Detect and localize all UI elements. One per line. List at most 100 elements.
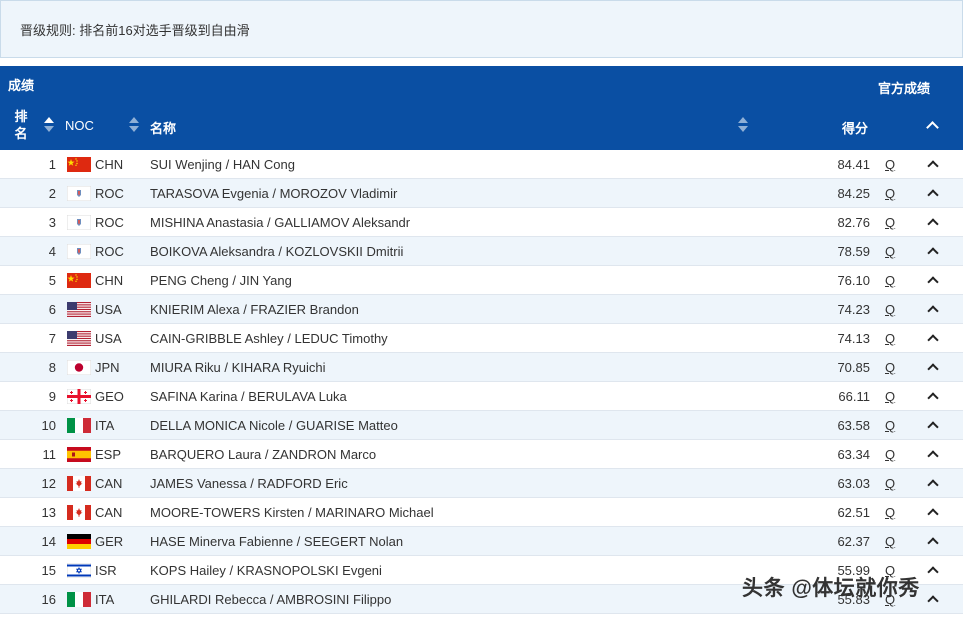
table-row[interactable]: 1 CHN SUI Wenjing / HAN Cong 84.41 Q — [0, 150, 963, 179]
rank-cell: 14 — [41, 534, 56, 549]
athlete-names-cell[interactable]: SAFINA Karina / BERULAVA Luka — [150, 389, 347, 404]
qualified-badge: Q — [885, 331, 896, 346]
qualification-rules-box: 晋级规则: 排名前16对选手晋级到自由滑 — [0, 0, 963, 58]
results-title: 成绩 — [8, 78, 35, 93]
qualified-badge: Q — [885, 447, 896, 462]
column-header-score[interactable]: 得分 — [842, 118, 868, 137]
expand-row-chevron-icon[interactable] — [927, 305, 939, 317]
rank-cell: 8 — [48, 360, 56, 375]
athlete-names-cell[interactable]: KOPS Hailey / KRASNOPOLSKI Evgeni — [150, 563, 382, 578]
expand-row-chevron-icon[interactable] — [927, 595, 939, 607]
expand-row-chevron-icon[interactable] — [927, 189, 939, 201]
rank-cell: 2 — [48, 186, 56, 201]
expand-row-chevron-icon[interactable] — [927, 392, 939, 404]
rank-cell: 5 — [48, 273, 56, 288]
rank-cell: 6 — [48, 302, 56, 317]
table-row[interactable]: 7 USA CAIN-GRIBBLE Ashley / LEDUC Timothy 7… — [0, 324, 963, 353]
expand-row-chevron-icon[interactable] — [927, 508, 939, 520]
athlete-names-cell[interactable]: PENG Cheng / JIN Yang — [150, 273, 292, 288]
qualified-badge: Q — [885, 360, 896, 375]
usa-flag-icon — [67, 302, 91, 317]
athlete-names-cell[interactable]: KNIERIM Alexa / FRAZIER Brandon — [150, 302, 359, 317]
athlete-names-cell[interactable]: GHILARDI Rebecca / AMBROSINI Filippo — [150, 592, 391, 607]
qualified-badge: Q — [885, 244, 896, 259]
results-header: 成绩 官方成绩 排名 NOC 名称 得分 — [0, 66, 963, 150]
athlete-names-cell[interactable]: JAMES Vanessa / RADFORD Eric — [150, 476, 348, 491]
rank-cell: 1 — [48, 157, 56, 172]
athlete-names-cell[interactable]: MIURA Riku / KIHARA Ryuichi — [150, 360, 326, 375]
noc-cell: ESP — [95, 447, 122, 462]
column-header-noc[interactable]: NOC — [65, 118, 94, 133]
athlete-names-cell[interactable]: SUI Wenjing / HAN Cong — [150, 157, 295, 172]
chn-flag-icon — [67, 273, 91, 288]
sort-name-icon[interactable] — [737, 117, 749, 133]
rank-cell: 16 — [41, 592, 56, 607]
expand-row-chevron-icon[interactable] — [927, 247, 939, 259]
score-cell: 74.13 — [837, 331, 870, 346]
rank-cell: 3 — [48, 215, 56, 230]
expand-row-chevron-icon[interactable] — [927, 566, 939, 578]
table-row[interactable]: 6 USA KNIERIM Alexa / FRAZIER Brandon 74.23… — [0, 295, 963, 324]
qualified-badge: Q — [885, 505, 896, 520]
noc-cell: ISR — [95, 563, 117, 578]
score-cell: 63.58 — [837, 418, 870, 433]
noc-cell: JPN — [95, 360, 120, 375]
table-row[interactable]: 11 ESP BARQUERO Laura / ZANDRON Marco 63.34… — [0, 440, 963, 469]
roc-flag-icon — [67, 244, 91, 259]
noc-cell: CHN — [95, 273, 124, 288]
expand-row-chevron-icon[interactable] — [927, 421, 939, 433]
noc-cell: ROC — [95, 215, 124, 230]
athlete-names-cell[interactable]: HASE Minerva Fabienne / SEEGERT Nolan — [150, 534, 403, 549]
table-row[interactable]: 8 JPN MIURA Riku / KIHARA Ryuichi 70.85 Q — [0, 353, 963, 382]
sort-rank-icon[interactable] — [43, 117, 55, 133]
expand-row-chevron-icon[interactable] — [927, 363, 939, 375]
table-row[interactable]: 13 CAN MOORE-TOWERS Kirsten / MARINARO Mic… — [0, 498, 963, 527]
rank-cell: 12 — [41, 476, 56, 491]
column-header-name[interactable]: 名称 — [150, 118, 176, 137]
expand-row-chevron-icon[interactable] — [927, 334, 939, 346]
column-header-rank[interactable]: 排名 — [13, 108, 29, 142]
athlete-names-cell[interactable]: BOIKOVA Aleksandra / KOZLOVSKII Dmitrii — [150, 244, 403, 259]
qualified-badge: Q — [885, 186, 896, 201]
noc-cell: ITA — [95, 418, 115, 433]
ger-flag-icon — [67, 534, 91, 549]
expand-row-chevron-icon[interactable] — [927, 276, 939, 288]
athlete-names-cell[interactable]: MISHINA Anastasia / GALLIAMOV Aleksandr — [150, 215, 410, 230]
jpn-flag-icon — [67, 360, 91, 375]
sort-noc-icon[interactable] — [128, 117, 140, 133]
table-row[interactable]: 5 CHN PENG Cheng / JIN Yang 76.10 Q — [0, 266, 963, 295]
score-cell: 62.37 — [837, 534, 870, 549]
athlete-names-cell[interactable]: TARASOVA Evgenia / MOROZOV Vladimir — [150, 186, 397, 201]
score-cell: 66.11 — [838, 389, 870, 404]
table-row[interactable]: 4 ROC BOIKOVA Aleksandra / KOZLOVSKII Dmit… — [0, 237, 963, 266]
expand-row-chevron-icon[interactable] — [927, 450, 939, 462]
score-cell: 74.23 — [837, 302, 870, 317]
collapse-all-chevron-icon[interactable] — [926, 121, 939, 134]
official-results-link[interactable]: 官方成绩 — [878, 78, 930, 97]
expand-row-chevron-icon[interactable] — [927, 479, 939, 491]
table-row[interactable]: 10 ITA DELLA MONICA Nicole / GUARISE Matte… — [0, 411, 963, 440]
table-row[interactable]: 12 CAN JAMES Vanessa / RADFORD Eric 63.03 Q — [0, 469, 963, 498]
table-row[interactable]: 14 GER HASE Minerva Fabienne / SEEGERT Nol… — [0, 527, 963, 556]
qualified-badge: Q — [885, 302, 896, 317]
qualified-badge: Q — [885, 389, 896, 404]
expand-row-chevron-icon[interactable] — [927, 218, 939, 230]
qualified-badge: Q — [885, 534, 896, 549]
table-row[interactable]: 9 GEO SAFINA Karina / BERULAVA Luka 66.11 Q — [0, 382, 963, 411]
noc-cell: ITA — [95, 592, 115, 607]
score-cell: 62.51 — [837, 505, 870, 520]
usa-flag-icon — [67, 331, 91, 346]
noc-cell: USA — [95, 302, 122, 317]
table-row[interactable]: 3 ROC MISHINA Anastasia / GALLIAMOV Aleksa… — [0, 208, 963, 237]
athlete-names-cell[interactable]: MOORE-TOWERS Kirsten / MARINARO Michael — [150, 505, 434, 520]
score-cell: 70.85 — [837, 360, 870, 375]
athlete-names-cell[interactable]: DELLA MONICA Nicole / GUARISE Matteo — [150, 418, 398, 433]
athlete-names-cell[interactable]: CAIN-GRIBBLE Ashley / LEDUC Timothy — [150, 331, 388, 346]
expand-row-chevron-icon[interactable] — [927, 160, 939, 172]
table-row[interactable]: 2 ROC TARASOVA Evgenia / MOROZOV Vladimir 8… — [0, 179, 963, 208]
watermark: 头条 @体坛就你秀 — [742, 577, 920, 600]
athlete-names-cell[interactable]: BARQUERO Laura / ZANDRON Marco — [150, 447, 376, 462]
qualification-rules-text: 晋级规则: 排名前16对选手晋级到自由滑 — [20, 23, 250, 38]
expand-row-chevron-icon[interactable] — [927, 537, 939, 549]
noc-cell: GER — [95, 534, 124, 549]
